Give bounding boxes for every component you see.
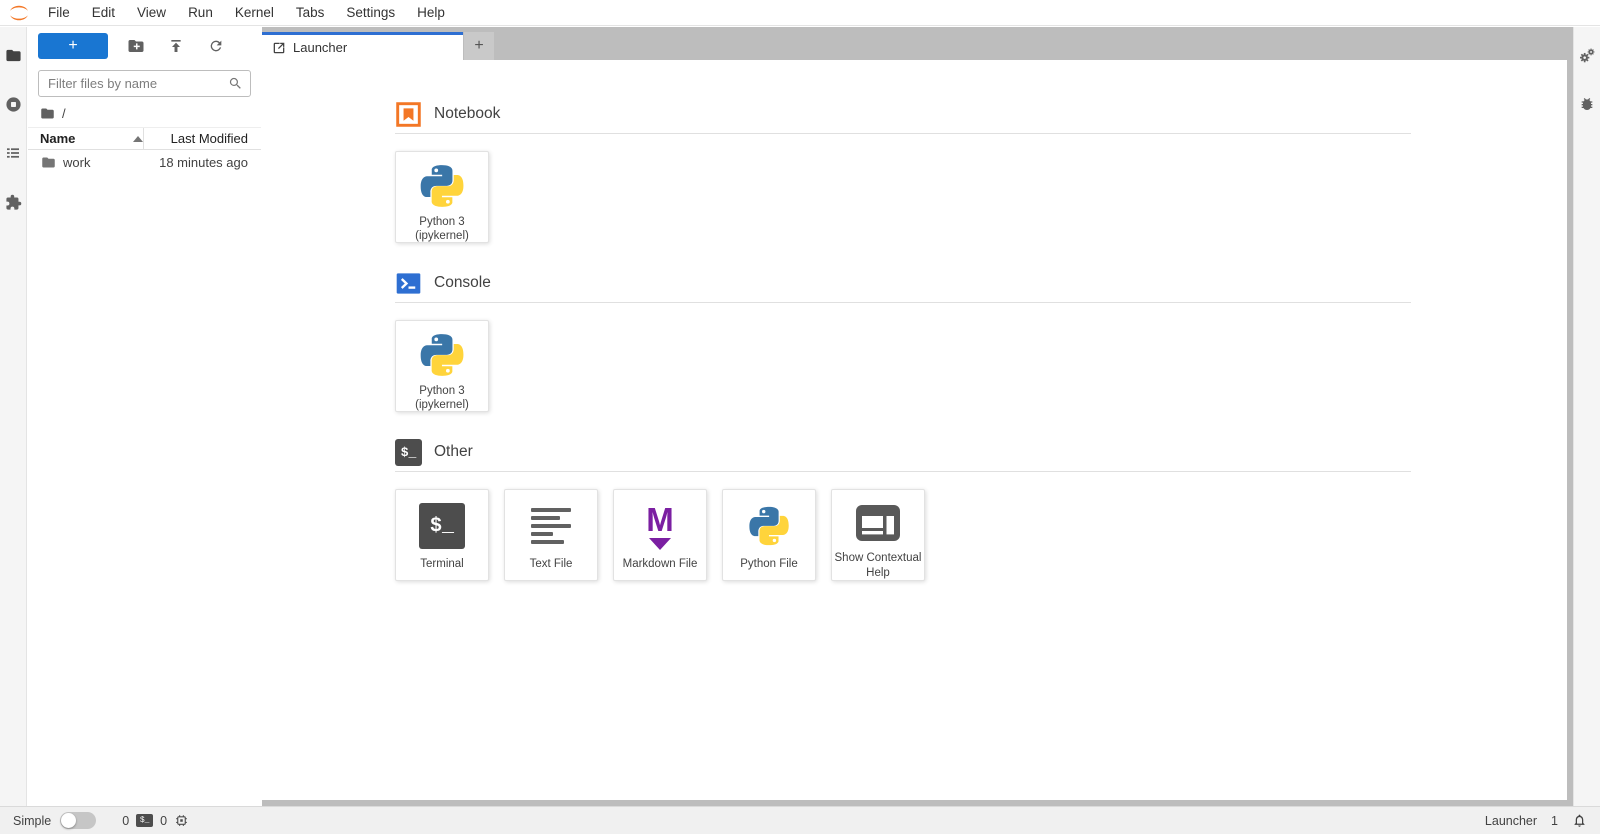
markdown-icon: M [646,503,674,550]
column-header-last-modified[interactable]: Last Modified [144,131,261,146]
launcher-panel: Notebook Python 3 (ipykernel) Console Py… [262,60,1567,800]
python-logo-icon [746,499,792,553]
new-launcher-button[interactable]: + [38,33,108,59]
file-browser-panel: + / Name L [28,27,261,806]
terminal-prompt-icon: $_ [395,438,422,466]
menu-view[interactable]: View [126,0,177,26]
refresh-button[interactable] [196,33,236,59]
card-label: Text File [529,558,573,570]
new-folder-button[interactable] [116,33,156,59]
filter-files-box[interactable] [38,70,251,97]
search-icon [228,76,243,91]
terminal-icon: $_ [419,503,465,549]
simple-mode-toggle[interactable] [60,812,97,829]
section-title: Notebook [434,105,501,122]
python-logo-icon [417,330,467,380]
file-browser-toolbar: + [28,27,261,61]
terminals-count: 0 [122,813,130,828]
launcher-card-notebook-python3[interactable]: Python 3 (ipykernel) [395,151,489,243]
sidebar-item-running-sessions[interactable] [0,84,27,124]
section-console: Console Python 3 (ipykernel) [395,268,1411,412]
simple-mode-label: Simple [13,813,52,828]
card-label: Python 3 (ipykernel) [415,216,469,243]
folder-icon [5,47,22,64]
launcher-tab-icon [272,41,286,55]
launcher-card-show-contextual-help[interactable]: Show Contextual Help [831,489,925,581]
breadcrumb-path: / [62,105,66,121]
column-header-name[interactable]: Name [28,128,145,149]
refresh-icon [208,38,224,54]
launcher-card-console-python3[interactable]: Python 3 (ipykernel) [395,320,489,412]
launcher-card-python-file[interactable]: Python File [722,489,816,581]
extensions-icon [5,194,22,211]
file-last-modified: 18 minutes ago [159,155,248,170]
launcher-card-text-file[interactable]: Text File [504,489,598,581]
toggle-knob [61,813,77,828]
card-label: Python File [740,558,798,570]
column-name-label: Name [40,131,76,146]
status-bar: Simple 0 $_ 0 Launcher 1 [0,806,1600,834]
menu-edit[interactable]: Edit [81,0,126,26]
text-file-icon [531,508,571,544]
right-activity-bar [1573,27,1600,806]
menu-file[interactable]: File [37,0,81,26]
sidebar-item-debugger[interactable] [1574,84,1600,124]
tab-launcher[interactable]: Launcher [262,32,463,60]
sidebar-item-extensions[interactable] [0,182,27,222]
running-sessions-icon [5,96,22,113]
file-name: work [63,155,91,170]
launcher-card-markdown-file[interactable]: M Markdown File [613,489,707,581]
section-other: $_ Other $_ Terminal Text File M Markdow… [395,437,1411,581]
upload-button[interactable] [156,33,196,59]
tab-bar: Launcher + [262,32,1567,60]
file-list-header: Name Last Modified [28,127,261,150]
filter-files-input[interactable] [48,76,228,91]
card-label: Python 3 (ipykernel) [415,385,469,412]
current-activity-label[interactable]: Launcher [1485,814,1537,828]
bug-icon [1579,96,1595,112]
folder-icon [41,155,56,170]
launcher-card-terminal[interactable]: $_ Terminal [395,489,489,581]
section-title: Other [434,443,473,460]
menu-kernel[interactable]: Kernel [224,0,285,26]
home-folder-icon [40,106,55,121]
menu-settings[interactable]: Settings [335,0,406,26]
sidebar-item-file-browser[interactable] [0,35,27,75]
menu-help[interactable]: Help [406,0,456,26]
upload-icon [168,38,184,54]
card-label: Terminal [420,558,464,570]
breadcrumb[interactable]: / [28,101,261,125]
contextual-help-icon [856,499,900,547]
notebook-icon [395,101,422,128]
sort-ascending-icon [133,135,144,142]
section-title: Console [434,274,491,291]
sidebar-item-table-of-contents[interactable] [0,133,27,173]
new-folder-icon [127,37,145,55]
new-tab-button[interactable]: + [464,32,494,60]
card-label: Markdown File [622,558,698,570]
property-inspector-icon [1579,47,1596,64]
kernels-count: 0 [160,813,168,828]
card-label: Show Contextual Help [834,552,922,579]
kernel-chip-icon[interactable] [174,813,189,828]
main-dock-panel: Launcher + Notebook Python 3 (ipykernel)… [262,27,1573,806]
section-notebook: Notebook Python 3 (ipykernel) [395,99,1411,243]
left-activity-bar [0,27,27,806]
menu-tabs[interactable]: Tabs [285,0,336,26]
jupyter-logo-icon [0,0,37,26]
tab-label: Launcher [293,40,348,55]
menu-bar: File Edit View Run Kernel Tabs Settings … [0,0,1600,26]
notifications-count: 1 [1551,813,1558,828]
bell-icon[interactable] [1572,813,1587,828]
menu-run[interactable]: Run [177,0,224,26]
file-row-work[interactable]: work 18 minutes ago [28,150,261,175]
table-of-contents-icon [5,145,21,161]
terminal-status-icon[interactable]: $_ [136,814,154,827]
console-icon [395,270,422,297]
python-logo-icon [417,161,467,211]
sidebar-item-property-inspector[interactable] [1574,35,1600,75]
